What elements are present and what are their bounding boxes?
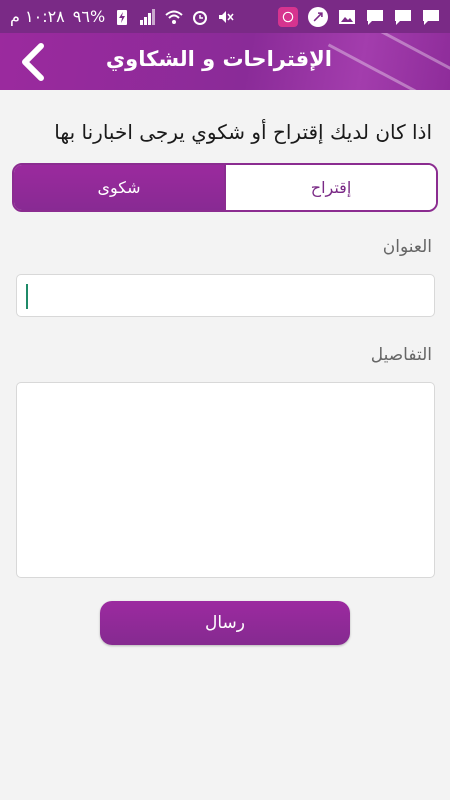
back-button[interactable] [14,41,50,83]
location-icon [308,6,328,27]
app-bar: الإقتراحات و الشكاوي [0,33,450,90]
status-right [278,6,440,27]
page-title: الإقتراحات و الشكاوي [105,47,332,71]
decorative-stripe [367,33,450,83]
battery-percent: ٩٦% [72,7,106,26]
status-time: ١٠:٢٨ م [10,7,65,26]
form-prompt: اذا كان لديك إقتراح أو شكوي يرجى اخبارنا… [54,120,432,144]
message-icon [366,8,384,26]
type-segmented-control: شكوى إقتراح [12,163,438,212]
details-label: التفاصيل [370,345,432,365]
alarm-icon [191,8,209,26]
status-bar: ١٠:٢٨ م ٩٦% [0,0,450,33]
tab-suggestion[interactable]: إقتراح [224,165,436,210]
mute-icon [217,8,235,26]
signal-icon [139,8,157,26]
chevron-left-icon [22,43,44,81]
text-cursor [26,284,28,309]
title-label: العنوان [382,237,432,257]
message-icon [394,8,412,26]
wifi-icon [165,8,183,26]
title-input[interactable] [16,274,435,317]
message-icon [422,8,440,26]
image-icon [338,8,356,26]
app-icon [278,6,298,27]
charging-icon [113,8,131,26]
details-textarea[interactable] [16,382,435,578]
status-left: ١٠:٢٨ م ٩٦% [10,7,235,26]
tab-complaint[interactable]: شكوى [14,165,224,210]
send-button[interactable]: رسال [100,601,350,645]
